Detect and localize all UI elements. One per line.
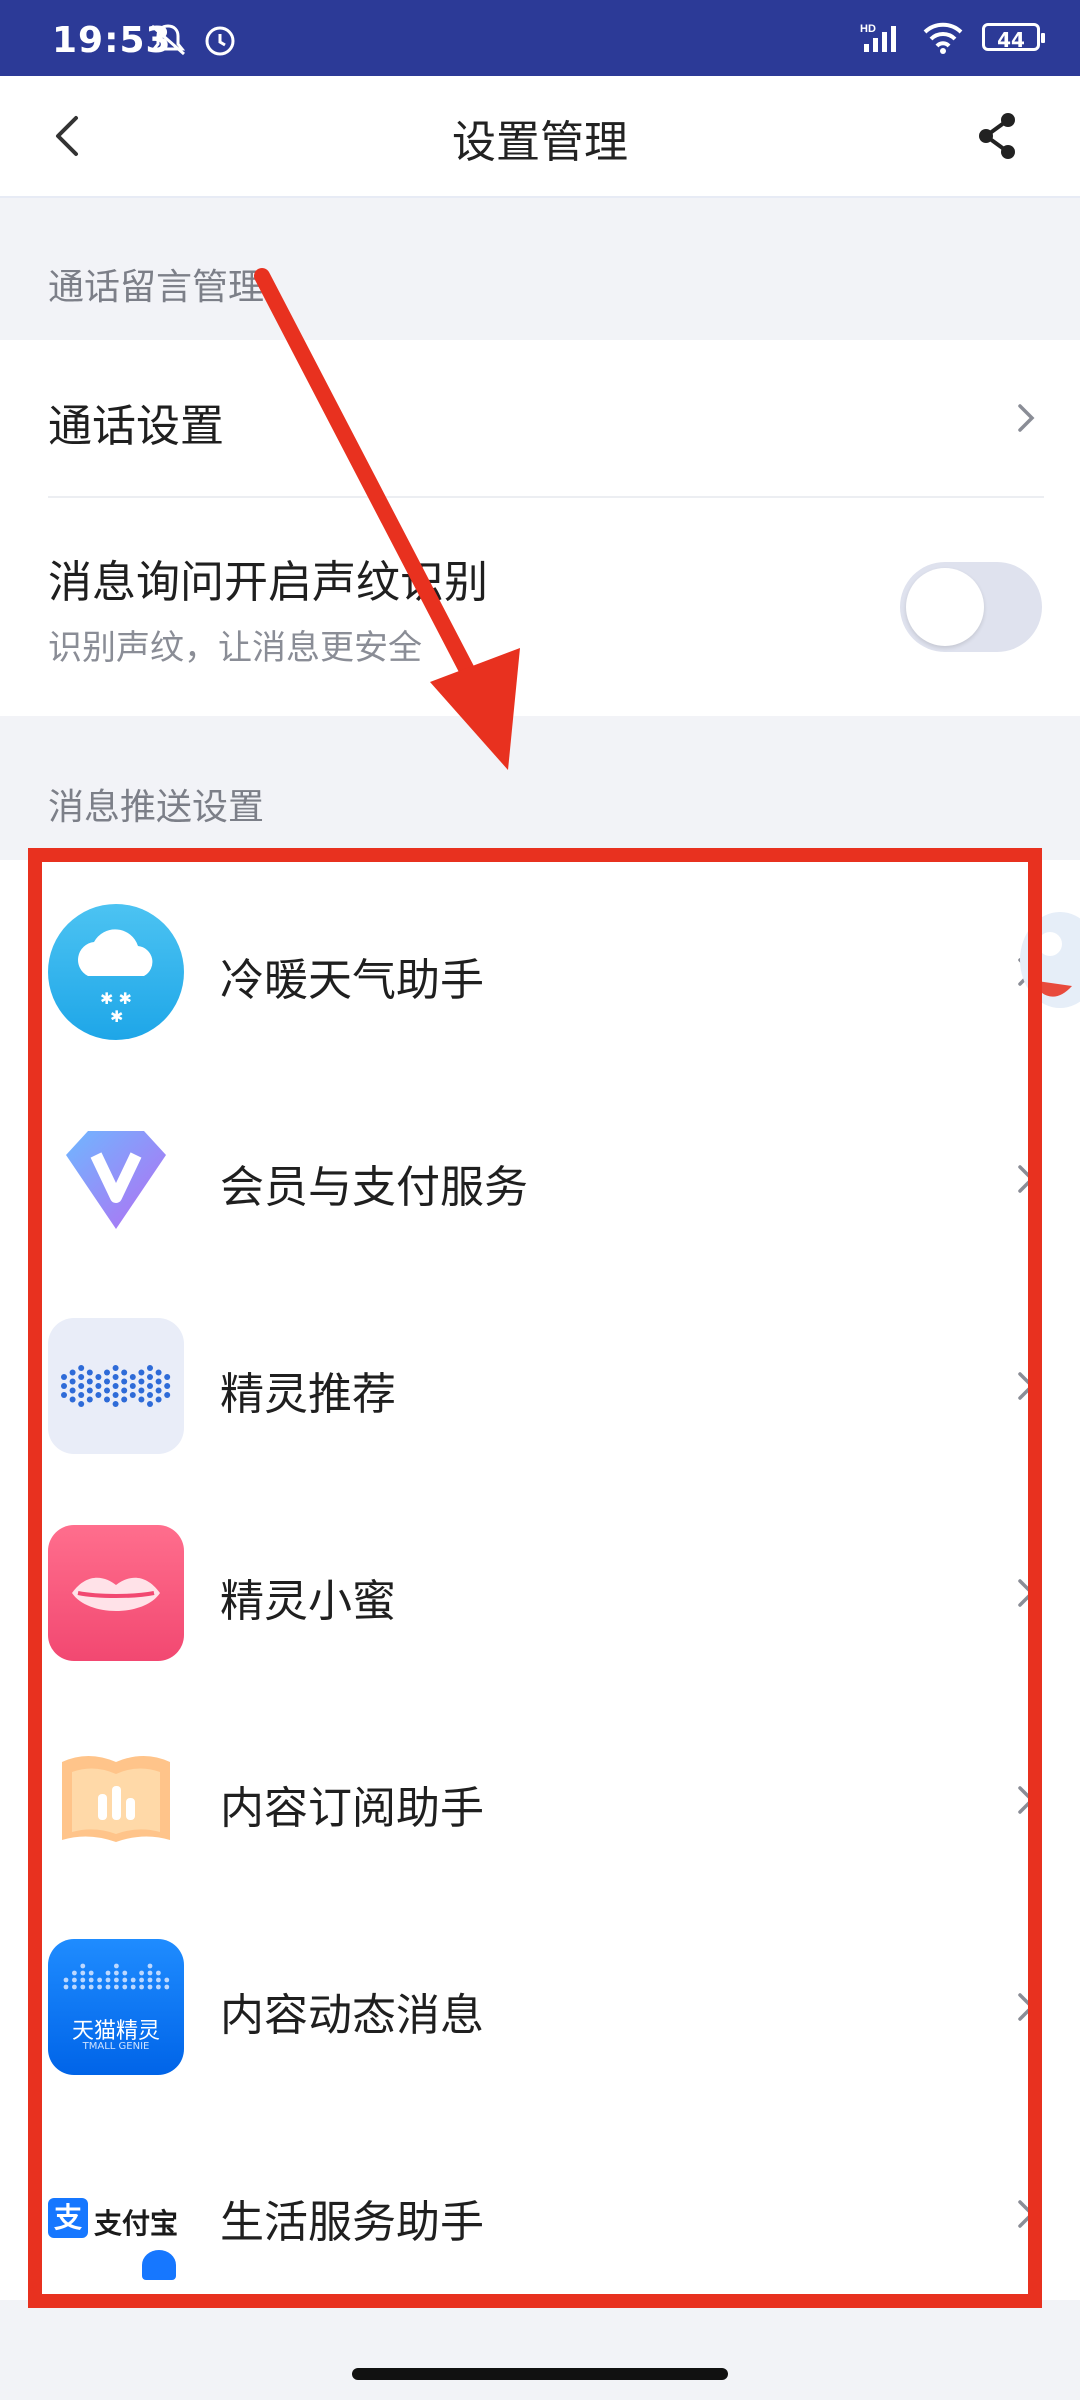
call-settings-panel: 通话设置 消息询问开启声纹识别 识别声纹，让消息更安全 xyxy=(0,340,1080,716)
list-item-member-payment[interactable]: 会员与支付服务 xyxy=(0,1067,1080,1274)
chevron-right-icon xyxy=(1018,1165,1035,1193)
vip-badge-icon xyxy=(142,2250,176,2280)
svg-text:✱ ✱: ✱ ✱ xyxy=(100,989,132,1008)
wifi-icon xyxy=(923,22,963,54)
floating-mascot-icon[interactable] xyxy=(1010,900,1080,1030)
chevron-right-icon xyxy=(1018,1372,1035,1400)
section-title-call-message: 通话留言管理 xyxy=(48,267,265,308)
alarm-icon xyxy=(205,26,235,56)
tmall-genie-icon: 天猫精灵 TMALL GENIE xyxy=(48,1939,184,2075)
top-app-bar: 设置管理 xyxy=(0,76,1080,198)
section-title-push-settings: 消息推送设置 xyxy=(48,787,265,828)
chevron-right-icon xyxy=(1018,1579,1035,1607)
book-chart-icon xyxy=(48,1732,184,1868)
list-item-label: 内容订阅助手 xyxy=(220,1783,484,1834)
list-item-content-subscription[interactable]: 内容订阅助手 xyxy=(0,1688,1080,1895)
list-item-content-updates[interactable]: 天猫精灵 TMALL GENIE 内容动态消息 xyxy=(0,1895,1080,2102)
alipay-logo-mark: 支 xyxy=(48,2198,88,2238)
chevron-right-icon xyxy=(1018,1786,1035,1814)
voiceprint-subtitle: 识别声纹，让消息更安全 xyxy=(48,628,422,668)
list-item-label: 冷暖天气助手 xyxy=(220,955,484,1006)
toggle-knob xyxy=(906,568,984,646)
home-indicator[interactable] xyxy=(352,2368,728,2380)
list-item-genie-assistant[interactable]: 精灵小蜜 xyxy=(0,1481,1080,1688)
list-item-label: 生活服务助手 xyxy=(220,2197,484,2248)
mute-icon xyxy=(150,24,186,56)
list-item-label: 内容动态消息 xyxy=(220,1990,484,2041)
push-settings-list: ✱ ✱ ✱ 冷暖天气助手 会员与支付服务 精灵推荐 精灵小蜜 内容订阅助手 天猫… xyxy=(0,860,1080,2300)
alipay-icon: 支 支付宝 xyxy=(48,2146,184,2282)
list-item-label: 精灵小蜜 xyxy=(220,1576,396,1627)
call-settings-row[interactable]: 通话设置 xyxy=(0,340,1080,496)
status-bar: 19:53 HD 44 xyxy=(0,0,1080,76)
diamond-vip-icon xyxy=(48,1111,184,1247)
weather-cloud-icon: ✱ ✱ ✱ xyxy=(48,904,184,1040)
voiceprint-toggle[interactable] xyxy=(900,562,1042,652)
list-item-label: 精灵推荐 xyxy=(220,1369,396,1420)
list-item-life-services[interactable]: 支 支付宝 生活服务助手 xyxy=(0,2102,1080,2309)
signal-icon: HD xyxy=(860,23,896,52)
voiceprint-row: 消息询问开启声纹识别 识别声纹，让消息更安全 xyxy=(0,498,1080,716)
call-settings-label: 通话设置 xyxy=(48,401,224,452)
share-icon[interactable] xyxy=(968,106,1028,166)
chevron-right-icon xyxy=(1018,2200,1035,2228)
tmall-genie-subtext: TMALL GENIE xyxy=(82,2041,150,2052)
soundwave-icon xyxy=(48,1318,184,1454)
list-item-weather-assistant[interactable]: ✱ ✱ ✱ 冷暖天气助手 xyxy=(0,860,1080,1067)
battery-icon: 44 xyxy=(982,23,1045,52)
alipay-logo-text: 支付宝 xyxy=(94,2207,179,2240)
lips-icon xyxy=(48,1525,184,1661)
chevron-right-icon xyxy=(1018,1993,1035,2021)
page-title: 设置管理 xyxy=(452,117,628,168)
svg-text:HD: HD xyxy=(860,23,876,35)
voiceprint-label: 消息询问开启声纹识别 xyxy=(48,557,488,608)
list-item-genie-recommend[interactable]: 精灵推荐 xyxy=(0,1274,1080,1481)
svg-text:✱: ✱ xyxy=(110,1007,123,1026)
list-item-label: 会员与支付服务 xyxy=(220,1162,528,1213)
chevron-right-icon xyxy=(1018,404,1035,432)
